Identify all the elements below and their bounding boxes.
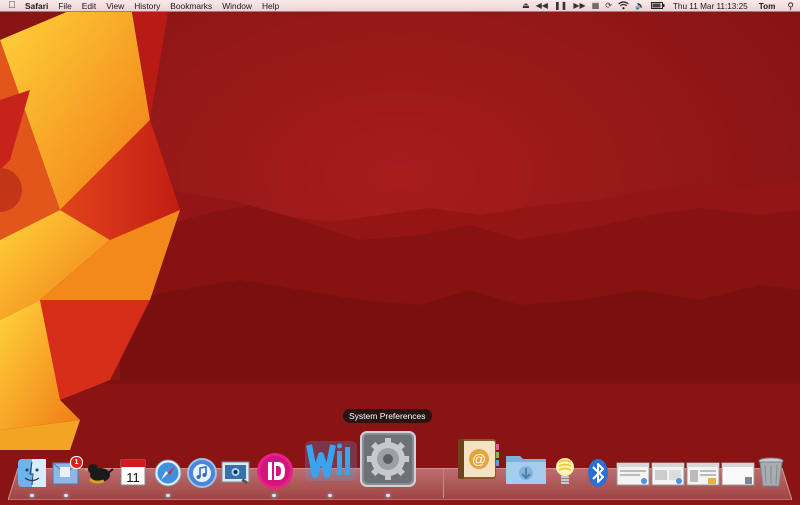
dock-twitter-bird[interactable]	[84, 457, 114, 487]
bird-icon	[84, 464, 114, 484]
dock-app-i[interactable]	[255, 451, 295, 491]
i-logo-icon	[257, 453, 293, 489]
finder-running-indicator	[30, 494, 34, 497]
preview-icon	[221, 461, 250, 485]
calendar-date: 11	[126, 470, 140, 485]
dock-preview[interactable]	[220, 456, 252, 488]
gear-icon	[360, 431, 416, 487]
safari-running-indicator	[166, 494, 170, 497]
window-thumbnail-icon	[686, 462, 720, 486]
dock-address-book[interactable]: @	[454, 436, 500, 482]
compass-icon	[154, 459, 182, 487]
address-book-icon: @	[458, 439, 499, 479]
dock-bluetooth[interactable]	[586, 457, 610, 489]
mail-badge: 1	[70, 456, 83, 469]
dock-mail[interactable]: 1	[50, 456, 83, 488]
downloads-folder-icon	[506, 456, 546, 484]
lightbulb-icon	[556, 458, 574, 484]
finder-icon	[18, 459, 46, 487]
itunes-icon	[187, 458, 217, 488]
bluetooth-icon	[588, 459, 608, 487]
trash-icon	[758, 457, 784, 487]
window-thumbnail-icon	[651, 462, 685, 486]
dock-safari[interactable]	[153, 458, 183, 488]
dock: 1 11 @	[0, 0, 800, 500]
dock-word[interactable]	[303, 437, 359, 485]
dock-ical[interactable]: 11	[118, 457, 148, 487]
system-preferences-running-indicator	[386, 494, 390, 497]
dock-finder[interactable]	[17, 458, 47, 488]
dock-window-3[interactable]	[686, 462, 720, 486]
calendar-icon: 11	[120, 459, 146, 486]
dock-window-1[interactable]	[616, 462, 650, 486]
word-running-indicator	[328, 494, 332, 497]
window-thumbnail-icon	[616, 462, 650, 486]
app-i-running-indicator	[272, 494, 276, 497]
mail-running-indicator	[64, 494, 68, 497]
svg-text:@: @	[472, 451, 486, 467]
word-icon	[305, 441, 357, 481]
dock-itunes[interactable]	[186, 457, 218, 489]
dock-lightbulb[interactable]	[553, 456, 577, 488]
dock-downloads[interactable]	[504, 450, 548, 486]
dock-window-4[interactable]	[721, 462, 755, 486]
window-thumbnail-icon	[721, 462, 755, 486]
dock-system-preferences[interactable]	[359, 430, 417, 488]
dock-trash[interactable]	[757, 456, 785, 488]
dock-window-2[interactable]	[651, 462, 685, 486]
